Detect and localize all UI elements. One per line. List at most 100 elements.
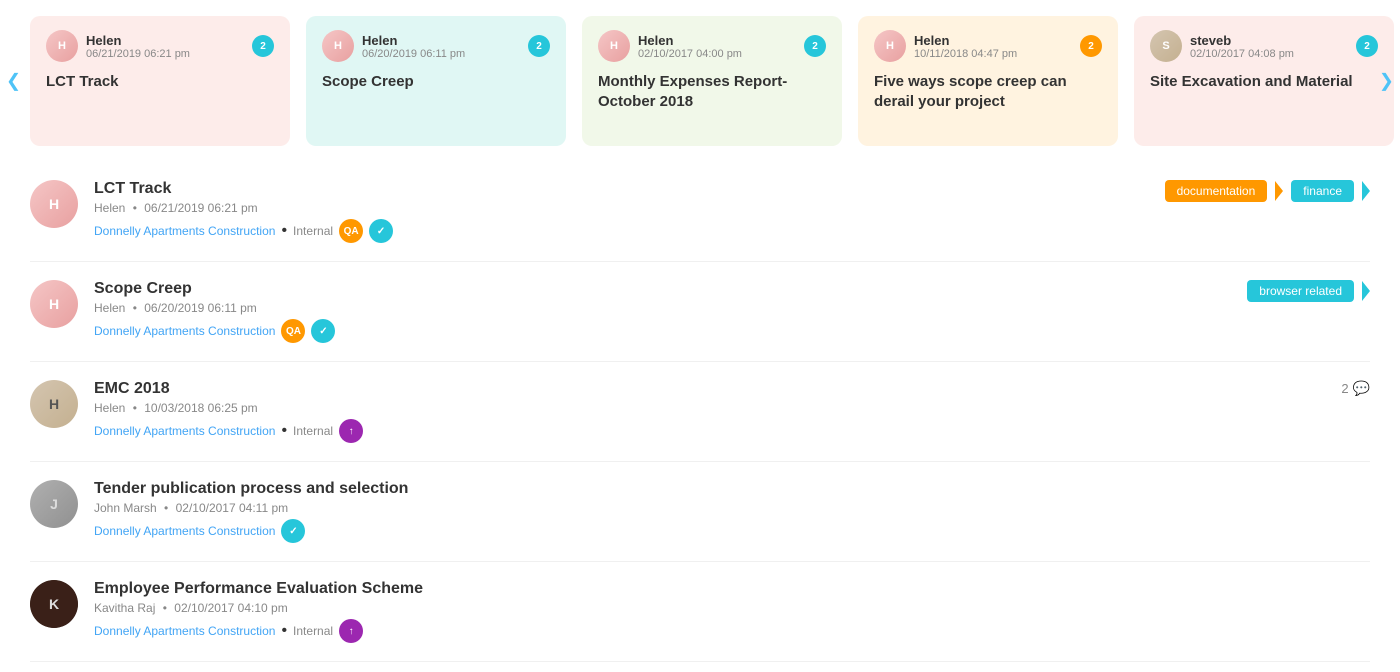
list-date-1: 06/21/2019 06:21 pm [144,201,257,215]
card-badge-4: 2 [1080,35,1102,57]
comment-count-3: 2 💬 [1341,380,1370,397]
list-title-4[interactable]: Tender publication process and selection [94,480,1370,498]
carousel-card-1[interactable]: H Helen 06/21/2019 06:21 pm 2 LCT Track [30,16,290,146]
participant-avatar-4a: ✓ [281,519,305,543]
list-title-2[interactable]: Scope Creep [94,280,1370,298]
list-meta-3: Helen • 10/03/2018 06:25 pm [94,401,1370,415]
list-item-3: H EMC 2018 Helen • 10/03/2018 06:25 pm D… [30,362,1370,462]
list-tags-1: documentation finance [1165,180,1370,202]
list-meta-5: Kavitha Raj • 02/10/2017 04:10 pm [94,601,1370,615]
card-title-4: Five ways scope creep can derail your pr… [874,72,1102,111]
list-right-3: 2 💬 [1341,380,1370,397]
card-avatar-1: H [46,30,78,62]
list-footer-5: Donnelly Apartments Construction • Inter… [94,619,1370,643]
card-meta-5: steveb 02/10/2017 04:08 pm [1190,33,1356,60]
card-date-2: 06/20/2019 06:11 pm [362,48,528,60]
bullet-2: • [133,301,137,315]
carousel-section: ❮ H Helen 06/21/2019 06:21 pm 2 LCT Trac… [0,0,1400,162]
card-badge-5: 2 [1356,35,1378,57]
list-footer-3: Donnelly Apartments Construction • Inter… [94,419,1370,443]
list-item-5: K Employee Performance Evaluation Scheme… [30,562,1370,662]
list-item-2: H Scope Creep Helen • 06/20/2019 06:11 p… [30,262,1370,362]
tag-arrow-teal-2 [1362,281,1370,301]
list-content-5: Employee Performance Evaluation Scheme K… [94,580,1370,643]
list-meta-1: Helen • 06/21/2019 06:21 pm [94,201,1370,215]
participant-avatar-1a: QA [339,219,363,243]
card-author-1: Helen [86,33,252,48]
list-author-1: Helen [94,201,125,215]
list-author-3: Helen [94,401,125,415]
card-meta-1: Helen 06/21/2019 06:21 pm [86,33,252,60]
card-author-4: Helen [914,33,1080,48]
list-avatar-1: H [30,180,78,228]
list-avatar-3: H [30,380,78,428]
bullet-4: • [164,501,168,515]
card-title-3: Monthly Expenses Report- October 2018 [598,72,826,111]
card-badge-1: 2 [252,35,274,57]
participant-avatar-2a: QA [281,319,305,343]
list-date-4: 02/10/2017 04:11 pm [176,501,289,515]
list-date-2: 06/20/2019 06:11 pm [144,301,257,315]
card-author-2: Helen [362,33,528,48]
tag-finance: finance [1291,180,1354,202]
carousel-card-3[interactable]: H Helen 02/10/2017 04:00 pm 2 Monthly Ex… [582,16,842,146]
card-author-5: steveb [1190,33,1356,48]
list-meta-2: Helen • 06/20/2019 06:11 pm [94,301,1370,315]
footer-bullet-5: • [281,622,287,640]
list-avatar-4: J [30,480,78,528]
project-link-4[interactable]: Donnelly Apartments Construction [94,524,275,538]
tag-arrow-teal [1362,181,1370,201]
card-header-5: S steveb 02/10/2017 04:08 pm 2 [1150,30,1378,62]
list-content-4: Tender publication process and selection… [94,480,1370,543]
list-tags-2: browser related [1247,280,1370,302]
project-link-2[interactable]: Donnelly Apartments Construction [94,324,275,338]
list-author-5: Kavitha Raj [94,601,155,615]
list-footer-2: Donnelly Apartments Construction QA ✓ [94,319,1370,343]
carousel-card-2[interactable]: H Helen 06/20/2019 06:11 pm 2 Scope Cree… [306,16,566,146]
carousel-prev-button[interactable]: ❮ [6,71,21,92]
list-section: H LCT Track Helen • 06/21/2019 06:21 pm … [0,162,1400,662]
tag-browser-related: browser related [1247,280,1354,302]
card-avatar-4: H [874,30,906,62]
card-header-4: H Helen 10/11/2018 04:47 pm 2 [874,30,1102,62]
card-date-4: 10/11/2018 04:47 pm [914,48,1080,60]
carousel-next-button[interactable]: ❯ [1379,71,1394,92]
list-content-3: EMC 2018 Helen • 10/03/2018 06:25 pm Don… [94,380,1370,443]
list-meta-4: John Marsh • 02/10/2017 04:11 pm [94,501,1370,515]
card-badge-3: 2 [804,35,826,57]
list-avatar-5: K [30,580,78,628]
card-author-3: Helen [638,33,804,48]
carousel-card-4[interactable]: H Helen 10/11/2018 04:47 pm 2 Five ways … [858,16,1118,146]
list-date-3: 10/03/2018 06:25 pm [144,401,257,415]
list-title-5[interactable]: Employee Performance Evaluation Scheme [94,580,1370,598]
list-title-3[interactable]: EMC 2018 [94,380,1370,398]
comment-number-3: 2 [1341,381,1348,396]
card-avatar-3: H [598,30,630,62]
visibility-5: Internal [293,624,333,638]
project-link-5[interactable]: Donnelly Apartments Construction [94,624,275,638]
participant-avatar-1b: ✓ [369,219,393,243]
card-title-1: LCT Track [46,72,274,92]
participant-avatar-5a: ↑ [339,619,363,643]
card-header-1: H Helen 06/21/2019 06:21 pm 2 [46,30,274,62]
carousel-card-5[interactable]: S steveb 02/10/2017 04:08 pm 2 Site Exca… [1134,16,1394,146]
card-header-2: H Helen 06/20/2019 06:11 pm 2 [322,30,550,62]
participant-avatar-2b: ✓ [311,319,335,343]
list-footer-4: Donnelly Apartments Construction ✓ [94,519,1370,543]
list-author-4: John Marsh [94,501,157,515]
card-date-3: 02/10/2017 04:00 pm [638,48,804,60]
list-author-2: Helen [94,301,125,315]
project-link-3[interactable]: Donnelly Apartments Construction [94,424,275,438]
footer-bullet-1: • [281,222,287,240]
card-badge-2: 2 [528,35,550,57]
list-avatar-2: H [30,280,78,328]
list-date-5: 02/10/2017 04:10 pm [174,601,287,615]
list-item-4: J Tender publication process and selecti… [30,462,1370,562]
card-avatar-2: H [322,30,354,62]
card-meta-4: Helen 10/11/2018 04:47 pm [914,33,1080,60]
tag-arrow-orange [1275,181,1283,201]
list-content-2: Scope Creep Helen • 06/20/2019 06:11 pm … [94,280,1370,343]
list-footer-1: Donnelly Apartments Construction • Inter… [94,219,1370,243]
project-link-1[interactable]: Donnelly Apartments Construction [94,224,275,238]
list-item-1: H LCT Track Helen • 06/21/2019 06:21 pm … [30,162,1370,262]
